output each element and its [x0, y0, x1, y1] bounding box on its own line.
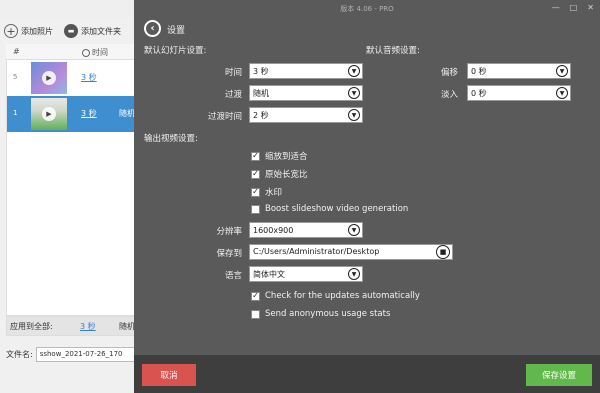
- time-column-label: 时间: [92, 48, 108, 57]
- add-icon: +: [4, 24, 18, 38]
- add-photos-label: 添加照片: [21, 26, 53, 36]
- time-select[interactable]: 3 秒 ▼: [249, 63, 363, 79]
- play-icon[interactable]: ▶: [42, 107, 56, 121]
- apply-all-duration[interactable]: 3 秒: [80, 321, 96, 332]
- time-label: 时间: [224, 68, 242, 78]
- language-label: 语言: [224, 271, 242, 281]
- list-item[interactable]: 5 ▶ 3 秒: [7, 60, 141, 96]
- dropdown-icon[interactable]: ▼: [348, 268, 360, 280]
- add-folder-button[interactable]: ▬ 添加文件夹: [64, 23, 121, 39]
- transition-value: 随机: [253, 88, 269, 98]
- transition-time-value: 2 秒: [253, 110, 269, 120]
- settings-title: 设置: [167, 26, 186, 36]
- slide-thumbnail[interactable]: ▶: [31, 62, 67, 94]
- cancel-button[interactable]: 取消: [142, 364, 196, 386]
- window-controls: — □ ✕: [552, 3, 594, 12]
- transition-select[interactable]: 随机 ▼: [249, 85, 363, 101]
- aspect-ratio-checkbox[interactable]: ✓ 原始长宽比: [251, 168, 308, 180]
- stats-label: Send anonymous usage stats: [265, 309, 391, 319]
- slide-number: 1: [13, 109, 18, 117]
- check-icon[interactable]: ✓: [251, 291, 260, 301]
- minimize-button[interactable]: —: [552, 3, 560, 12]
- resolution-select[interactable]: 1600x900 ▼: [249, 222, 363, 238]
- maximize-button[interactable]: □: [570, 3, 578, 12]
- fadein-select[interactable]: 0 秒 ▼: [467, 85, 571, 101]
- transition-time-select[interactable]: 2 秒 ▼: [249, 107, 363, 123]
- save-path-input[interactable]: C:/Users/Administrator/Desktop: [249, 244, 453, 260]
- updates-checkbox[interactable]: ✓ Check for the updates automatically: [251, 291, 420, 301]
- apply-all-bar: 应用到全部: 3 秒 随机: [6, 316, 140, 336]
- slideshow-section-heading: 默认幻灯片设置:: [144, 46, 207, 56]
- play-icon[interactable]: ▶: [42, 71, 56, 85]
- updates-label: Check for the updates automatically: [265, 291, 420, 301]
- slide-transition[interactable]: 随机: [119, 108, 135, 119]
- settings-panel: 版本 4.06 - PRO — □ ✕ ‹ 设置 默认幻灯片设置: 默认音频设置…: [134, 0, 600, 393]
- checkbox-box[interactable]: [251, 309, 260, 319]
- close-button[interactable]: ✕: [587, 3, 594, 12]
- check-icon[interactable]: ✓: [251, 169, 260, 179]
- fit-checkbox[interactable]: ✓ 缩放到适合: [251, 150, 308, 162]
- resolution-value: 1600x900: [253, 225, 294, 235]
- add-folder-label: 添加文件夹: [81, 26, 121, 36]
- boost-checkbox[interactable]: Boost slideshow video generation: [251, 204, 408, 214]
- number-column-header: #: [13, 47, 20, 56]
- slide-list: 5 ▶ 3 秒 1 ▶ 3 秒 随机: [6, 60, 141, 316]
- offset-label: 偏移: [440, 68, 458, 78]
- action-bar: 取消 保存设置: [134, 355, 600, 393]
- audio-section-heading: 默认音频设置:: [366, 46, 420, 56]
- language-value: 简体中文: [253, 269, 285, 279]
- time-column-header[interactable]: 时间: [82, 47, 108, 58]
- aspect-ratio-label: 原始长宽比: [265, 170, 308, 180]
- offset-value: 0 秒: [471, 66, 487, 76]
- stats-checkbox[interactable]: Send anonymous usage stats: [251, 309, 390, 319]
- check-icon[interactable]: ✓: [251, 151, 260, 161]
- fit-label: 缩放到适合: [265, 152, 308, 162]
- transition-time-label: 过渡时间: [207, 112, 242, 122]
- fadein-label: 淡入: [440, 90, 458, 100]
- transition-label: 过渡: [224, 90, 242, 100]
- check-icon[interactable]: ✓: [251, 187, 260, 197]
- dropdown-icon[interactable]: ▼: [348, 224, 360, 236]
- filename-row: 文件名: sshow_2021-07-26_170: [6, 347, 136, 362]
- slide-duration[interactable]: 3 秒: [81, 108, 97, 119]
- boost-label: Boost slideshow video generation: [265, 204, 409, 214]
- dropdown-icon[interactable]: ▼: [348, 109, 360, 121]
- watermark-label: 水印: [265, 188, 283, 198]
- save-to-label: 保存到: [216, 249, 242, 259]
- apply-all-label: 应用到全部:: [10, 322, 53, 331]
- dropdown-icon[interactable]: ▼: [556, 87, 568, 99]
- time-value: 3 秒: [253, 66, 269, 76]
- language-select[interactable]: 简体中文 ▼: [249, 266, 363, 282]
- offset-select[interactable]: 0 秒 ▼: [467, 63, 571, 79]
- slide-number: 5: [13, 73, 18, 81]
- output-section-heading: 输出视频设置:: [144, 134, 198, 144]
- clock-icon: [82, 48, 90, 57]
- toolbar: + 添加照片 ▬ 添加文件夹: [0, 18, 140, 44]
- fadein-value: 0 秒: [471, 88, 487, 98]
- dropdown-icon[interactable]: ▼: [556, 65, 568, 77]
- slide-duration[interactable]: 3 秒: [81, 72, 97, 83]
- window-title: 版本 4.06 - PRO: [340, 5, 394, 13]
- folder-icon: ▬: [64, 24, 78, 38]
- save-settings-button[interactable]: 保存设置: [526, 364, 592, 386]
- add-photos-button[interactable]: + 添加照片: [4, 23, 53, 39]
- slide-thumbnail[interactable]: ▶: [31, 98, 67, 130]
- checkbox-box[interactable]: [251, 204, 260, 214]
- dropdown-icon[interactable]: ▼: [348, 65, 360, 77]
- watermark-checkbox[interactable]: ✓ 水印: [251, 186, 282, 198]
- filename-input[interactable]: sshow_2021-07-26_170: [35, 347, 136, 362]
- apply-all-transition[interactable]: 随机: [119, 321, 135, 332]
- filename-label: 文件名:: [6, 350, 33, 359]
- list-header: # 时间: [6, 44, 140, 60]
- dropdown-icon[interactable]: ▼: [348, 87, 360, 99]
- list-item[interactable]: 1 ▶ 3 秒 随机: [7, 96, 141, 132]
- resolution-label: 分辨率: [216, 227, 242, 237]
- back-arrow-icon[interactable]: ‹: [144, 20, 161, 37]
- folder-icon[interactable]: ■: [436, 245, 450, 259]
